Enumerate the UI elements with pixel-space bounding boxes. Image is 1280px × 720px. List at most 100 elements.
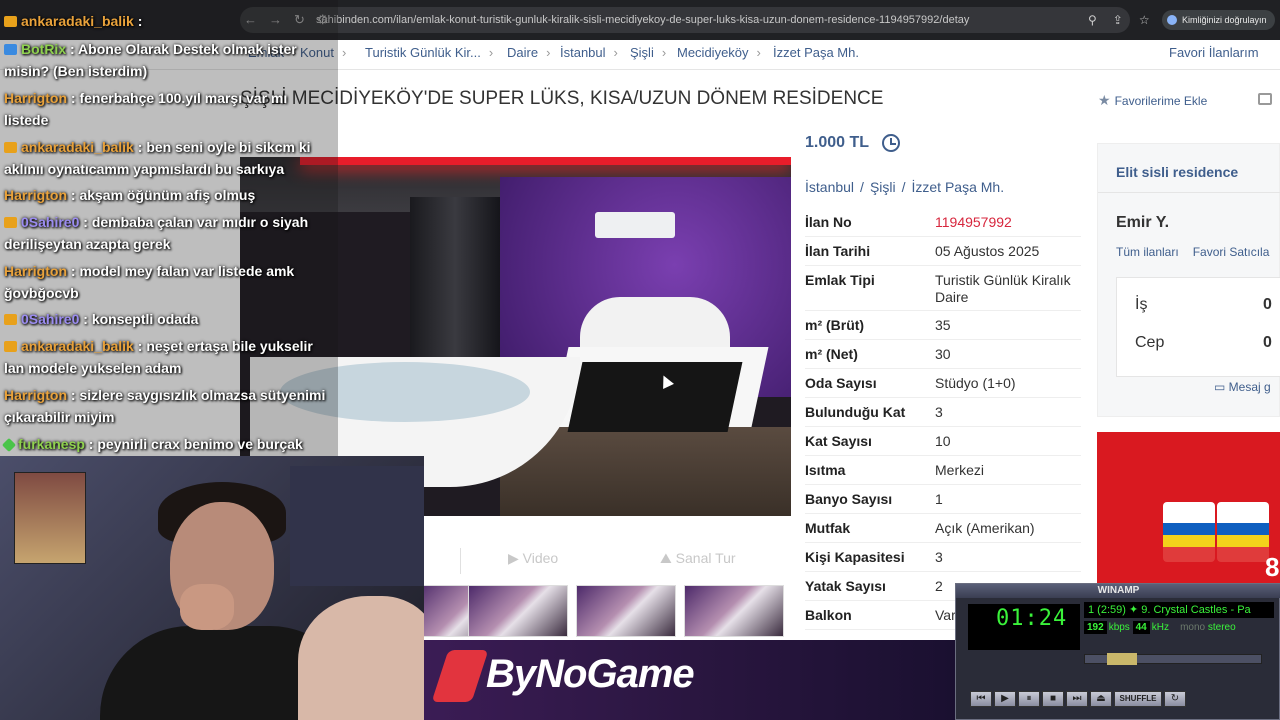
detail-row: m² (Net) 30 [805,340,1081,369]
virtual-tour-tab[interactable]: ⛰ Sanal Tur [660,550,736,567]
virtual-tour-label: Sanal Tur [675,550,736,566]
breadcrumb-item[interactable]: Daire › [507,40,550,66]
thumbnail[interactable] [684,585,784,637]
detail-value: 10 [935,433,951,449]
repeat-icon[interactable]: ↻ [1164,691,1186,707]
pause-icon[interactable]: ⏸ [1018,691,1040,707]
print-icon[interactable] [1258,93,1272,105]
chat-text: peynirli crax benimo ve burçak [97,436,303,452]
phone-mobile-value[interactable]: 0 [1263,334,1272,352]
breadcrumb-item[interactable]: İzzet Paşa Mh. [773,40,859,66]
chat-username[interactable]: Harrigton [4,187,67,203]
address-bar[interactable]: sahibinden.com/ilan/emlak-konut-turistik… [240,7,1130,33]
message-icon: ▭ [1214,380,1229,394]
favorite-listings-link[interactable]: Favori İlanlarım [1169,40,1259,66]
location-district[interactable]: Şişli [870,179,896,195]
screen: sahibinden.com/ilan/emlak-konut-turistik… [0,0,1280,720]
chat-username[interactable]: 0Sahire0 [21,214,79,230]
breadcrumb-separator: › [661,45,667,60]
chat-username[interactable]: 0Sahire0 [21,311,79,327]
detail-key: Yatak Sayısı [805,578,886,594]
detail-row: Banyo Sayısı 1 [805,485,1081,514]
breadcrumb-separator: › [756,45,761,60]
detail-row: İlan Tarihi 05 Ağustos 2025 [805,237,1081,266]
detail-key: Balkon [805,607,852,623]
chat-username[interactable]: furkanesp [18,436,85,452]
chat-message: ankaradaki_balik : neşet ertaşa bile yuk… [4,335,334,379]
stop-icon[interactable]: ■ [1042,691,1064,707]
chat-username[interactable]: ankaradaki_balik [21,13,134,29]
thumbnail[interactable] [576,585,676,637]
detail-key: Oda Sayısı [805,375,877,391]
detail-key: Emlak Tipi [805,272,875,288]
khz-value: 44 [1132,621,1150,634]
next-icon[interactable]: ⏭ [1066,691,1088,707]
detail-row: Isıtma Merkezi [805,456,1081,485]
breadcrumb-item[interactable]: Mecidiyeköy › [677,40,761,66]
chat-username[interactable]: Harrigton [4,263,67,279]
chat-username[interactable]: Harrigton [4,90,67,106]
ad-text: 8 [1265,552,1280,582]
eject-icon[interactable]: ⏏ [1090,691,1112,707]
winamp-seek-bar[interactable] [1084,653,1262,665]
breadcrumb-label: Turistik Günlük Kir... [365,45,481,60]
ad-product-image [1217,502,1269,562]
price: 1.000 TL [805,134,870,151]
breadcrumb-item[interactable]: İstanbul › [560,40,618,66]
breadcrumb-separator: › [546,45,551,60]
zoom-icon[interactable]: ⚲ [1088,13,1097,27]
listing-details-table: İlan No 1194957992 İlan Tarihi 05 Ağustos … [805,208,1081,630]
chat-separator: : [79,311,92,327]
phone-work-value[interactable]: 0 [1263,296,1272,314]
detail-value: 1194957992 [935,214,1012,230]
chat-message: Harrigton : model mey falan var listede … [4,260,334,304]
breadcrumb-item[interactable]: Şişli › [630,40,666,66]
detail-key: Banyo Sayısı [805,491,893,507]
phone-work-label: İş [1135,296,1148,313]
winamp-player: WINAMP 01:24 1 (2:59) ✦ 9. Crystal Castl… [955,583,1280,720]
price-history-icon[interactable] [882,134,900,152]
add-to-favorites-button[interactable]: Favorilerime Ekle [1098,92,1208,109]
detail-row: İlan No 1194957992 [805,208,1081,237]
detail-value: 1 [935,491,943,507]
detail-key: Mutfak [805,520,851,536]
breadcrumb-item[interactable]: Turistik Günlük Kir... › [365,40,493,66]
play-icon[interactable]: ▶ [994,691,1016,707]
chat-username[interactable]: ankaradaki_balik [21,139,134,155]
chat-username[interactable]: BotRix [21,41,66,57]
previous-icon[interactable]: ⏮ [970,691,992,707]
detail-value: 05 Ağustos 2025 [935,243,1040,259]
share-icon[interactable]: ⇪ [1113,13,1123,27]
favorite-seller-link[interactable]: Favori Satıcıla [1193,245,1270,259]
winamp-title-bar[interactable]: WINAMP [956,584,1280,598]
chat-separator: : [67,90,80,106]
chat-username[interactable]: ankaradaki_balik [21,338,134,354]
all-listings-link[interactable]: Tüm ilanları [1116,245,1179,259]
crown-badge-icon [4,16,17,27]
shuffle-button[interactable]: SHUFFLE [1114,691,1162,707]
chat-message: ankaradaki_balik : ben seni oyle bi sikc… [4,136,334,180]
detail-value: Stüdyo (1+0) [935,375,1016,391]
breadcrumb-separator: › [488,45,494,60]
send-message-button[interactable]: ▭ Mesaj g [1214,380,1271,394]
chat-separator: : [84,436,98,452]
webcam-wall-poster [14,472,86,564]
video-tab[interactable]: ▶ Video [508,550,558,567]
breadcrumb-label: İzzet Paşa Mh. [773,45,859,60]
chat-username[interactable]: Harrigton [4,387,67,403]
bookmark-star-icon[interactable]: ☆ [1139,13,1150,27]
detail-value: 30 [935,346,951,362]
stereo-label: stereo [1207,622,1236,633]
winamp-seek-handle[interactable] [1107,653,1137,665]
detail-key: m² (Net) [805,346,858,362]
detail-value: 3 [935,549,943,565]
location-neighborhood[interactable]: İzzet Paşa Mh. [912,179,1005,195]
x-badge-icon [4,44,17,55]
verify-identity-button[interactable]: Kimliğinizi doğrulayın [1162,10,1275,30]
store-name[interactable]: Elit sisli residence [1116,164,1238,180]
phone-box: İş 0 Cep 0 [1116,277,1280,377]
thumbnail[interactable] [468,585,568,637]
location-city[interactable]: İstanbul [805,179,854,195]
location-breadcrumb: İstanbul / Şişli / İzzet Paşa Mh. [805,179,1010,195]
seller-links: Tüm ilanları Favori Satıcıla [1116,245,1280,259]
